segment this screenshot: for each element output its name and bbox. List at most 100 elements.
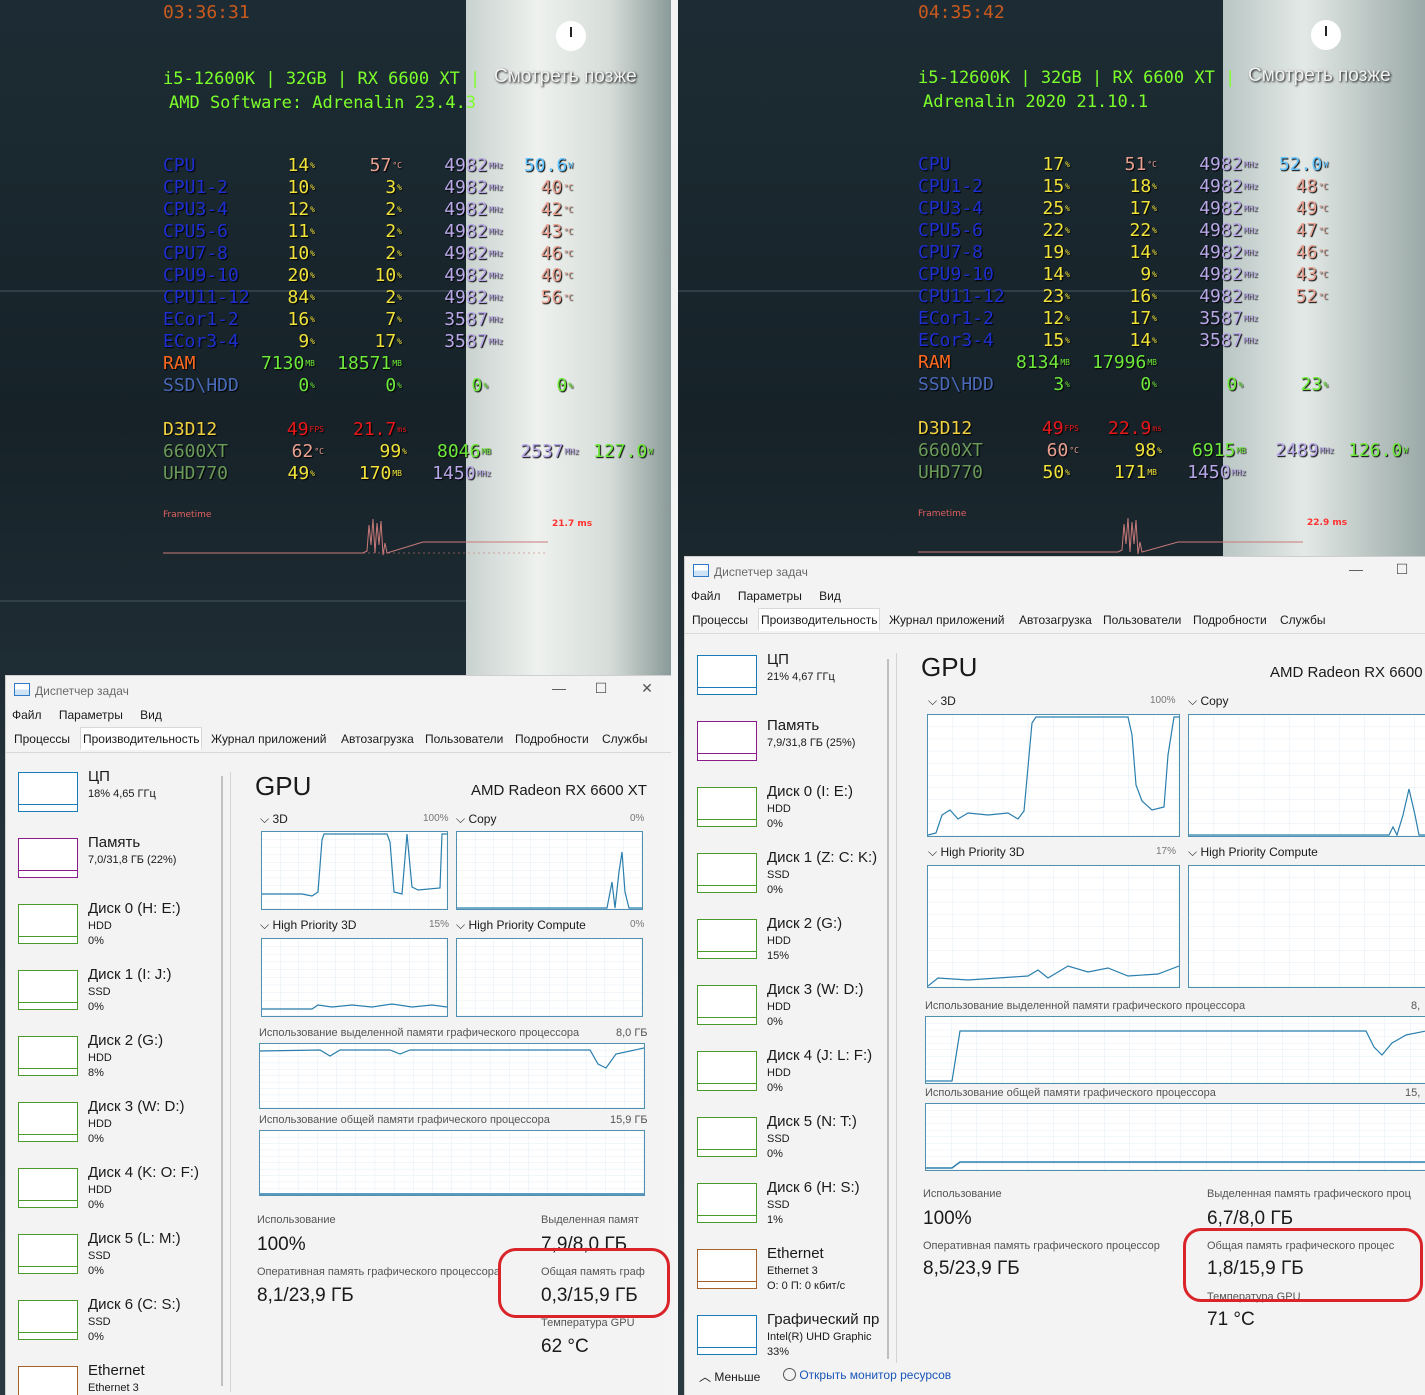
sidebar-item[interactable]: Память 7,0/31,8 ГБ (22%) — [18, 834, 218, 894]
osd-cpu-clock-unit: MHz — [1243, 248, 1258, 257]
tab-performance[interactable]: Производительность — [80, 727, 203, 750]
sidebar-item[interactable]: ЦП 21% 4,67 ГГц — [697, 651, 897, 711]
sidebar-item[interactable]: Диск 2 (G:) HDD 15% — [697, 915, 897, 975]
tab-services[interactable]: Службы — [1280, 613, 1325, 627]
engine-hp3d-label[interactable]: ⌵ High Priority 3D — [928, 845, 1024, 860]
clock-icon[interactable] — [556, 21, 586, 51]
osd-cpu-name: CPU11-12 — [918, 286, 1005, 307]
osd-cpu-clock-value: 4982 — [1199, 264, 1243, 285]
sidebar-item-value: 0% — [767, 1016, 783, 1028]
menu-file[interactable]: Файл — [12, 708, 42, 722]
osd-cpu-load-unit: % — [1065, 248, 1070, 257]
tab-app-history[interactable]: Журнал приложений — [889, 613, 1004, 627]
menu-options[interactable]: Параметры — [59, 708, 123, 722]
tab-performance[interactable]: Производительность — [758, 608, 881, 631]
sidebar-item[interactable]: Диск 6 (C: S:) SSD 0% — [18, 1296, 218, 1356]
sidebar-item[interactable]: Ethernet Ethernet 3 О: 0 П: 0 кбит/с — [697, 1245, 897, 1305]
osd-gpu-load-value: 99 — [379, 441, 402, 462]
osd-ram-used-unit: MB — [305, 359, 315, 368]
osd-cpu-fourth-value: 48 — [1295, 176, 1318, 197]
usage-caption: Использование — [257, 1214, 336, 1226]
tab-app-history[interactable]: Журнал приложений — [211, 732, 326, 746]
osd-cpu-fourth: 52.0W — [1279, 155, 1328, 175]
engine-copy-label[interactable]: ⌵ Copy — [1188, 694, 1228, 709]
minimize-button[interactable]: — — [536, 680, 582, 696]
sidebar-item[interactable]: Диск 4 (J: L: F:) HDD 0% — [697, 1047, 897, 1107]
close-button[interactable]: ✕ — [624, 680, 670, 697]
osd-igpu-clock-value: 1450 — [1187, 462, 1231, 483]
sidebar-item[interactable]: Диск 5 (N: T:) SSD 0% — [697, 1113, 897, 1173]
osd-cpu-load-unit: % — [310, 249, 315, 258]
menu-view[interactable]: Вид — [819, 589, 841, 603]
maximize-button[interactable]: ☐ — [578, 680, 624, 697]
engine-3d-label[interactable]: ⌵ 3D — [260, 812, 288, 827]
osd-igpu-load-value: 50 — [1042, 462, 1065, 483]
osd-cpu-second-unit: % — [397, 315, 402, 324]
fewer-details-button[interactable]: ︿ Меньше — [699, 1368, 760, 1385]
sidebar-item[interactable]: ЦП 18% 4,65 ГГц — [18, 768, 218, 828]
sidebar-item[interactable]: Диск 1 (Z: C: K:) SSD 0% — [697, 849, 897, 909]
tab-details[interactable]: Подробности — [1193, 613, 1267, 627]
osd-disk-1: 0% — [298, 376, 315, 396]
osd-gpu-clock-unit: MHz — [564, 447, 579, 456]
sidebar-item[interactable]: Диск 0 (I: E:) HDD 0% — [697, 783, 897, 843]
tab-services[interactable]: Службы — [602, 732, 647, 746]
tab-users[interactable]: Пользователи — [425, 732, 503, 746]
watch-later-button[interactable]: Смотреть позже — [1248, 65, 1391, 87]
maximize-button[interactable]: ☐ — [1379, 561, 1425, 578]
engine-hpcompute-label[interactable]: ⌵ High Priority Compute — [456, 918, 586, 933]
osd-cpu-fourth: 43°C — [541, 222, 573, 242]
osd-cpu-clock: 4982MHz — [444, 244, 503, 264]
engine-3d-label[interactable]: ⌵ 3D — [928, 694, 956, 709]
sidebar-item[interactable]: Память 7,9/31,8 ГБ (25%) — [697, 717, 897, 777]
osd-gpu-load: 98% — [1134, 441, 1162, 461]
sidebar-item-value: 0% — [767, 818, 783, 830]
sidebar-item[interactable]: Диск 0 (H: E:) HDD 0% — [18, 900, 218, 960]
sidebar-item-detail: 7,9/31,8 ГБ (25%) — [767, 737, 856, 749]
sidebar-item[interactable]: Ethernet Ethernet 3 — [18, 1362, 218, 1395]
graph-high-priority-3d — [261, 938, 448, 1017]
tab-startup[interactable]: Автозагрузка — [341, 732, 414, 746]
sidebar-item[interactable]: Диск 1 (I: J:) SSD 0% — [18, 966, 218, 1026]
osd-cpu-second-unit: % — [397, 293, 402, 302]
thumbnail-line — [698, 1017, 756, 1018]
osd-gpu-temp-unit: °C — [1069, 446, 1079, 455]
sidebar-item[interactable]: Диск 5 (L: M:) SSD 0% — [18, 1230, 218, 1290]
watch-later-button[interactable]: Смотреть позже — [494, 66, 637, 88]
osd-cpu-second: 2% — [385, 288, 402, 308]
sidebar-item[interactable]: Диск 3 (W: D:) HDD 0% — [18, 1098, 218, 1158]
osd-cpu-clock: 4982MHz — [1199, 155, 1258, 175]
menu-file[interactable]: Файл — [691, 589, 721, 603]
osd-cpu-second: 14% — [1129, 243, 1157, 263]
osd-cpu-load-unit: % — [310, 293, 315, 302]
osd-cpu-load-unit: % — [1065, 226, 1070, 235]
sidebar-item-detail: SSD — [88, 1250, 111, 1262]
sidebar-item[interactable]: Диск 2 (G:) HDD 8% — [18, 1032, 218, 1092]
osd-cpu-clock-value: 4982 — [444, 199, 488, 220]
tab-users[interactable]: Пользователи — [1103, 613, 1181, 627]
osd-disk-1: 3% — [1053, 375, 1070, 395]
engine-copy-label[interactable]: ⌵ Copy — [456, 812, 496, 827]
red-highlight — [498, 1248, 670, 1318]
open-resource-monitor-link[interactable]: Открыть монитор ресурсов — [783, 1368, 951, 1382]
clock-icon[interactable] — [1311, 20, 1341, 50]
sidebar-scrollbar[interactable] — [887, 659, 889, 1359]
minimize-button[interactable]: — — [1333, 561, 1379, 577]
osd-cpu-clock-value: 3587 — [444, 309, 488, 330]
engine-hp3d-label[interactable]: ⌵ High Priority 3D — [260, 918, 356, 933]
sidebar-scrollbar[interactable] — [221, 776, 223, 1386]
tab-startup[interactable]: Автозагрузка — [1019, 613, 1092, 627]
menu-view[interactable]: Вид — [140, 708, 162, 722]
sidebar-item[interactable]: Диск 4 (K: O: F:) HDD 0% — [18, 1164, 218, 1224]
sidebar-item-value: 0% — [88, 1265, 104, 1277]
sidebar-item[interactable]: Графический пр Intel(R) UHD Graphic 33% — [697, 1311, 897, 1371]
menu-options[interactable]: Параметры — [738, 589, 802, 603]
sidebar-item[interactable]: Диск 6 (H: S:) SSD 1% — [697, 1179, 897, 1239]
resource-thumbnail — [18, 1036, 78, 1076]
tab-details[interactable]: Подробности — [515, 732, 589, 746]
osd-cpu-clock-unit: MHz — [488, 271, 503, 280]
engine-hpcompute-label[interactable]: ⌵ High Priority Compute — [1188, 845, 1318, 860]
tab-processes[interactable]: Процессы — [692, 613, 748, 627]
sidebar-item[interactable]: Диск 3 (W: D:) HDD 0% — [697, 981, 897, 1041]
tab-processes[interactable]: Процессы — [14, 732, 70, 746]
